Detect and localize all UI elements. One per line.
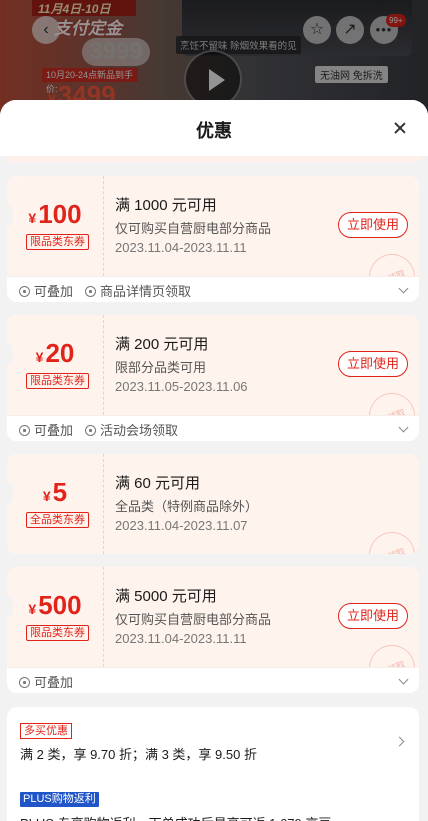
coupon-divider (103, 567, 104, 667)
use-now-button[interactable]: 立即使用 (338, 603, 408, 629)
coupon-scope: 限部分品类可用 (115, 360, 207, 375)
coupon-body: ¥100 限品类东券 满 1000 元可用 仅可购买自营厨电部分商品 2023.… (7, 176, 419, 302)
plus-rebate-text: PLUS 专享购物返利，下单成功后最高可返 1,679 京豆 (20, 813, 331, 821)
coupon-body: ¥500 限品类东券 满 5000 元可用 仅可购买自营厨电部分商品 2023.… (7, 567, 419, 693)
coupon-amount-value: 500 (38, 590, 82, 620)
coupon-condition: 满 200 元可用 (115, 336, 209, 353)
stackable-tag: 可叠加 (19, 281, 73, 300)
source-icon (85, 425, 96, 436)
source-tag: 商品详情页领取 (85, 281, 191, 300)
chevron-down-icon[interactable] (398, 422, 409, 433)
coupon-currency: ¥ (35, 349, 44, 365)
tag-label: 商品详情页领取 (100, 284, 192, 299)
use-now-button[interactable]: 立即使用 (338, 351, 408, 377)
coupon-divider (103, 315, 104, 415)
coupon-notch (7, 482, 13, 504)
coupon-divider (103, 454, 104, 554)
coupon-scope: 全品类（特例商品除外） (115, 499, 259, 514)
tag-label: 活动会场领取 (100, 423, 179, 438)
stackable-icon (19, 677, 30, 688)
coupon-dates: 2023.11.04-2023.11.07 (115, 518, 248, 533)
coupon-scope: 仅可购买自营厨电部分商品 (115, 612, 272, 627)
coupon-notch (7, 595, 13, 617)
coupon-card: ¥5 全品类东券 满 60 元可用 全品类（特例商品除外） 2023.11.04… (7, 454, 419, 554)
multi-buy-text: 满 2 类，享 9.70 折；满 3 类，享 9.50 折 (20, 747, 257, 762)
coupon-notch (7, 204, 13, 226)
coupon-value-area: ¥5 全品类东券 (7, 454, 103, 554)
coupon-card: ¥100 限品类东券 满 1000 元可用 仅可购买自营厨电部分商品 2023.… (7, 176, 419, 302)
coupon-card: ¥500 限品类东券 满 5000 元可用 仅可购买自营厨电部分商品 2023.… (7, 567, 419, 693)
plus-rebate-badge: PLUS购物返利 (20, 792, 99, 807)
coupon-currency: ¥ (42, 488, 51, 504)
coupon-scope: 仅可购买自营厨电部分商品 (115, 221, 272, 236)
multi-buy-badge: 多买优惠 (20, 723, 72, 739)
stackable-icon (19, 286, 30, 297)
coupon-dates: 2023.11.04-2023.11.11 (115, 240, 247, 255)
coupon-value-area: ¥500 限品类东券 (7, 567, 103, 667)
claimed-stamp: 已领取 (362, 525, 419, 554)
coupon-amount-value: 100 (38, 199, 82, 229)
chevron-down-icon[interactable] (398, 674, 409, 685)
coupon-condition: 满 5000 元可用 (115, 588, 217, 605)
coupon-amount-value: 20 (45, 338, 75, 368)
coupon-tags-row[interactable]: 可叠加 活动会场领取 (7, 415, 419, 441)
previous-coupon-edge (7, 156, 421, 162)
tag-label: 可叠加 (34, 675, 74, 690)
coupon-currency: ¥ (28, 210, 37, 226)
coupon-card: ¥20 限品类东券 满 200 元可用 限部分品类可用 2023.11.05-2… (7, 315, 419, 441)
coupon-value-area: ¥100 限品类东券 (7, 176, 103, 276)
coupon-dates: 2023.11.05-2023.11.06 (115, 379, 248, 394)
sheet-header: 优惠 (0, 100, 428, 156)
chevron-down-icon[interactable] (398, 283, 409, 294)
coupon-value-area: ¥20 限品类东券 (7, 315, 103, 415)
coupon-amount-value: 5 (52, 477, 68, 507)
sheet-title: 优惠 (196, 121, 232, 141)
tag-label: 可叠加 (34, 423, 74, 438)
coupon-body: ¥20 限品类东券 满 200 元可用 限部分品类可用 2023.11.05-2… (7, 315, 419, 441)
coupon-amount: ¥500 (7, 589, 103, 625)
close-icon[interactable] (388, 116, 412, 140)
source-tag: 活动会场领取 (85, 420, 178, 439)
coupon-divider (103, 176, 104, 276)
tag-label: 可叠加 (34, 284, 74, 299)
use-now-button[interactable]: 立即使用 (338, 212, 408, 238)
stackable-tag: 可叠加 (19, 420, 73, 439)
source-icon (85, 286, 96, 297)
coupon-tags-row[interactable]: 可叠加 (7, 667, 419, 693)
coupon-condition: 满 1000 元可用 (115, 197, 217, 214)
coupon-currency: ¥ (28, 601, 37, 617)
coupon-amount: ¥100 (7, 198, 103, 234)
coupon-notch (7, 343, 13, 365)
chevron-right-icon[interactable] (394, 736, 405, 747)
coupon-type-badge: 全品类东券 (26, 512, 89, 528)
coupon-amount: ¥20 (7, 337, 103, 373)
coupon-amount: ¥5 (7, 476, 103, 512)
coupon-type-badge: 限品类东券 (26, 373, 89, 389)
coupon-type-badge: 限品类东券 (26, 234, 89, 250)
coupon-body: ¥5 全品类东券 满 60 元可用 全品类（特例商品除外） 2023.11.04… (7, 454, 419, 554)
discount-sheet: 优惠 ¥100 限品类东券 满 1000 元可用 仅可购买自营厨电部分商品 20… (0, 100, 428, 821)
stackable-tag: 可叠加 (19, 672, 73, 691)
coupon-dates: 2023.11.04-2023.11.11 (115, 631, 247, 646)
stackable-icon (19, 425, 30, 436)
coupon-type-badge: 限品类东券 (26, 625, 89, 641)
coupon-tags-row[interactable]: 可叠加 商品详情页领取 (7, 276, 419, 302)
coupon-condition: 满 60 元可用 (115, 475, 201, 492)
promotions-card[interactable]: 多买优惠 满 2 类，享 9.70 折；满 3 类，享 9.50 折 PLUS购… (7, 707, 419, 821)
